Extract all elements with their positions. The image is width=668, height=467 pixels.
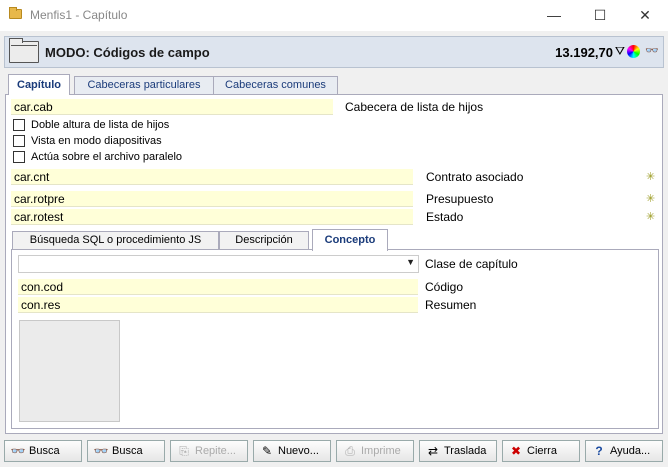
estado-picker-icon[interactable]: ✳	[646, 210, 655, 224]
maximize-button[interactable]: ☐	[577, 0, 623, 31]
estado-label: Estado	[426, 210, 464, 224]
tab-cabeceras-comunes[interactable]: Cabeceras comunes	[213, 76, 338, 95]
binoculars-icon: 👓	[10, 444, 26, 458]
imprime-button[interactable]: ⎙ Imprime	[336, 440, 414, 462]
doble-altura-checkbox[interactable]	[13, 119, 25, 131]
window-titlebar: Menfis1 - Capítulo — ☐ ✕	[0, 0, 668, 31]
help-icon: ?	[595, 444, 603, 458]
presupuesto-input[interactable]: car.rotpre	[11, 191, 413, 207]
vista-diapositivas-checkbox[interactable]	[13, 135, 25, 147]
traslada-label: Traslada	[444, 445, 487, 457]
chevron-down-icon[interactable]: ▼	[406, 257, 415, 267]
nuevo-button[interactable]: ✎ Nuevo...	[253, 440, 331, 462]
new-icon: ✎	[261, 444, 273, 458]
busca-label: Busca	[112, 445, 143, 457]
busca-button-2[interactable]: 👓 Busca	[87, 440, 165, 462]
vista-diapositivas-label: Vista en modo diapositivas	[31, 135, 162, 147]
codigo-label: Código	[425, 280, 464, 294]
binoculars-icon[interactable]: 👓	[645, 44, 659, 58]
concepto-panel: ▼ Clase de capítulo con.cod Código con.r…	[11, 249, 659, 429]
repeat-icon: ⎘	[179, 444, 189, 458]
binoculars-icon: 👓	[93, 444, 109, 458]
ayuda-button[interactable]: ? Ayuda...	[585, 440, 663, 462]
capitulo-panel: car.cab Cabecera de lista de hijos Doble…	[5, 94, 663, 434]
minimize-button[interactable]: —	[531, 0, 577, 31]
mode-header: MODO: Códigos de campo 13.192,70 ⛛ 👓	[4, 36, 664, 68]
traslada-button[interactable]: ⇄ Traslada	[419, 440, 497, 462]
cabecera-label: Cabecera de lista de hijos	[345, 100, 484, 114]
ayuda-label: Ayuda...	[610, 445, 651, 457]
tab-capitulo[interactable]: Capítulo	[8, 74, 70, 95]
clase-capitulo-label: Clase de capítulo	[425, 257, 518, 271]
folder-icon	[9, 7, 22, 19]
tab-concepto[interactable]: Concepto	[312, 229, 388, 251]
concept-image-placeholder[interactable]	[19, 320, 120, 422]
presupuesto-picker-icon[interactable]: ✳	[646, 192, 655, 206]
codigo-input[interactable]: con.cod	[18, 279, 418, 295]
tab-busqueda-sql[interactable]: Búsqueda SQL o procedimiento JS	[12, 231, 219, 250]
nuevo-label: Nuevo...	[278, 445, 319, 457]
resumen-input[interactable]: con.res	[18, 297, 418, 313]
window-title: Menfis1 - Capítulo	[30, 8, 128, 22]
archivo-paralelo-checkbox[interactable]	[13, 151, 25, 163]
filter-icon[interactable]: ⛛	[615, 44, 625, 58]
clase-capitulo-select[interactable]: ▼	[18, 255, 419, 273]
resumen-label: Resumen	[425, 298, 477, 312]
contrato-label: Contrato asociado	[426, 170, 524, 184]
tab-descripcion[interactable]: Descripción	[219, 231, 309, 250]
color-wheel-icon[interactable]	[627, 45, 640, 58]
contrato-input[interactable]: car.cnt	[11, 169, 413, 185]
busca-button-1[interactable]: 👓 Busca	[4, 440, 82, 462]
transfer-icon: ⇄	[427, 444, 439, 458]
close-window-button[interactable]: ✕	[622, 0, 668, 31]
footer-toolbar: 👓 Busca 👓 Busca ⎘ Repite... ✎ Nuevo... ⎙…	[4, 440, 668, 462]
folder-icon	[9, 38, 39, 63]
archivo-paralelo-label: Actúa sobre el archivo paralelo	[31, 151, 183, 163]
estado-input[interactable]: car.rotest	[11, 209, 413, 225]
repite-label: Repite...	[195, 445, 236, 457]
tab-cabeceras-particulares[interactable]: Cabeceras particulares	[74, 76, 214, 95]
total-amount: 13.192,70	[555, 45, 613, 60]
cierra-button[interactable]: ✖ Cierra	[502, 440, 580, 462]
mode-title: MODO: Códigos de campo	[45, 45, 210, 60]
printer-icon: ⎙	[345, 444, 355, 458]
cierra-label: Cierra	[527, 445, 557, 457]
contrato-picker-icon[interactable]: ✳	[646, 170, 655, 184]
imprime-label: Imprime	[361, 445, 401, 457]
close-icon: ✖	[510, 444, 522, 458]
cabecera-input[interactable]: car.cab	[11, 99, 333, 115]
doble-altura-label: Doble altura de lista de hijos	[31, 119, 170, 131]
repite-button[interactable]: ⎘ Repite...	[170, 440, 248, 462]
busca-label: Busca	[29, 445, 60, 457]
presupuesto-label: Presupuesto	[426, 192, 494, 206]
